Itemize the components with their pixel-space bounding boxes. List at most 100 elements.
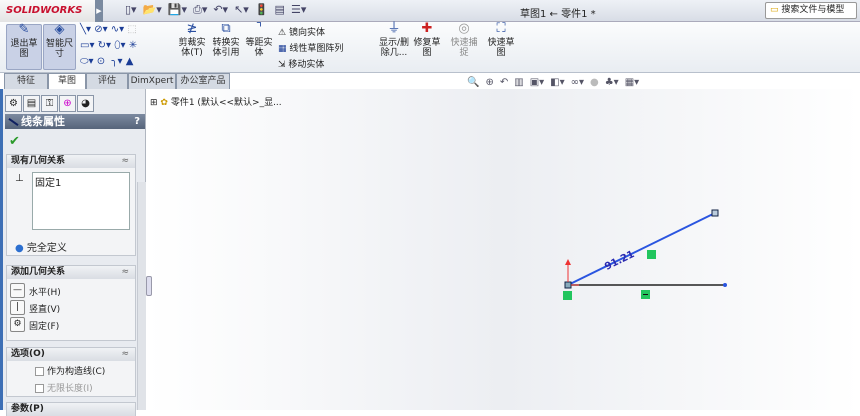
scene-icon[interactable]: ♣▾ xyxy=(605,77,619,88)
horizontal-icon[interactable]: — xyxy=(10,283,25,298)
panel-scrollbar[interactable] xyxy=(137,182,146,410)
list-item[interactable]: 固定1 xyxy=(33,173,129,190)
tab-features[interactable]: 特征 xyxy=(4,73,48,89)
help-button[interactable]: ? xyxy=(134,114,140,129)
repair-sketch-button[interactable]: ✚ 修复草图 xyxy=(413,21,441,70)
open-icon[interactable]: 📂▾ xyxy=(143,3,162,17)
dimension-text[interactable]: 91.21 xyxy=(603,249,636,273)
dimxpert-icon[interactable]: ⊕ xyxy=(59,95,76,112)
options-icon[interactable]: ▤ xyxy=(275,3,285,17)
display-delete-relations-button[interactable]: ⏚ 显示/删除几... xyxy=(377,21,411,70)
undo-icon[interactable]: ↶▾ xyxy=(213,3,228,17)
menu-expand-button[interactable]: ▶ xyxy=(95,0,103,22)
add-relations-section: 添加几何关系 ≈ — 水平(H) | 竖直(V) ⚙ 固定(F) xyxy=(6,265,136,341)
heads-up-view-toolbar: 🔍 ⊕ ↶ ▥ ▣▾ ◧▾ ∞▾ ● ♣▾ ▦▾ xyxy=(467,77,639,88)
section-view-icon[interactable]: ▥ xyxy=(514,77,523,88)
quick-access-toolbar: ▯▾ 📂▾ 💾▾ ⎙▾ ↶▾ ↖▾ 🚦 ▤ ☰▾ xyxy=(125,3,306,17)
trim-button[interactable]: ≱ 剪裁实体(T) xyxy=(177,21,207,70)
feature-tree-icon[interactable]: ⚙ xyxy=(5,95,22,112)
relation-icon: ⊥ xyxy=(15,173,24,184)
tab-sketch[interactable]: 草图 xyxy=(48,73,86,89)
origin-arrow xyxy=(565,259,571,265)
relation-icon[interactable] xyxy=(647,250,656,259)
info-icon: ● xyxy=(15,243,24,254)
construction-checkbox[interactable]: 作为构造线(C) xyxy=(35,364,105,377)
search-input[interactable]: ▭ 搜索文件与模型 xyxy=(765,2,857,19)
offset-icon: ⌝ xyxy=(255,21,263,36)
rapid-sketch-button[interactable]: ⛶ 快速草图 xyxy=(486,21,516,70)
appearance-icon[interactable]: ● xyxy=(590,77,599,88)
customize-icon[interactable]: ☰▾ xyxy=(291,3,306,17)
mirror-icon: ⚠ xyxy=(278,28,287,38)
folder-icon: ▭ xyxy=(770,5,779,15)
infinite-length-checkbox[interactable]: 无限长度(I) xyxy=(35,381,93,394)
fix-relation[interactable]: 固定(F) xyxy=(29,319,59,332)
line-icon xyxy=(8,118,19,126)
rebuild-icon[interactable]: 🚦 xyxy=(255,3,269,17)
collapse-icon[interactable]: ≈ xyxy=(121,348,129,361)
property-manager-icon[interactable]: ▤ xyxy=(23,95,40,112)
linear-pattern-button[interactable]: ▦ 线性草图阵列 xyxy=(278,41,343,54)
endpoint-handle[interactable] xyxy=(711,209,719,217)
relations-icon: ⏚ xyxy=(387,21,401,36)
vertical-relation[interactable]: 竖直(V) xyxy=(29,302,60,315)
exit-sketch-icon: ✎ xyxy=(18,22,30,37)
origin-handle[interactable] xyxy=(564,281,572,289)
smart-dimension-button[interactable]: ◈ 智能尺寸 xyxy=(43,22,76,70)
panel-splitter-handle[interactable] xyxy=(146,276,152,296)
snap-icon: ◎ xyxy=(458,21,470,36)
selected-line[interactable] xyxy=(567,212,716,286)
hide-show-icon[interactable]: ∞▾ xyxy=(571,77,584,88)
tab-evaluate[interactable]: 评估 xyxy=(86,73,128,89)
fix-icon[interactable]: ⚙ xyxy=(10,317,25,332)
rectangle-tool[interactable]: ▭▾ ↻▾ ⬯▾ ✳ xyxy=(80,40,137,51)
move-icon: ⇲ xyxy=(278,60,286,70)
zoom-area-icon[interactable]: ⊕ xyxy=(485,77,493,88)
relations-list[interactable]: 固定1 xyxy=(32,172,130,230)
sketch-canvas: 91.21 xyxy=(563,209,727,300)
collapse-icon[interactable]: ≈ xyxy=(121,266,129,279)
repair-icon: ✚ xyxy=(421,21,433,36)
view-orientation-icon[interactable]: ▣▾ xyxy=(530,77,544,88)
title-bar: SOLIDWORKS ▶ ▯▾ 📂▾ 💾▾ ⎙▾ ↶▾ ↖▾ 🚦 ▤ ☰▾ 草图… xyxy=(0,0,860,22)
view-settings-icon[interactable]: ▦▾ xyxy=(625,77,639,88)
existing-relations-section: 现有几何关系 ≈ ⊥ 固定1 ● 完全定义 xyxy=(6,154,136,256)
vertical-icon[interactable]: | xyxy=(10,300,25,315)
graphics-area[interactable]: 🔍 ⊕ ↶ ▥ ▣▾ ◧▾ ∞▾ ● ♣▾ ▦▾ ⊞ ✿ 零件1 (默认<<默认>_显... 91… xyxy=(147,77,860,410)
pattern-icon: ▦ xyxy=(278,44,287,54)
trim-icon: ≱ xyxy=(186,21,198,36)
panel-header: 线条属性? xyxy=(5,114,145,129)
display-manager-icon[interactable]: ◕ xyxy=(77,95,94,112)
new-icon[interactable]: ▯▾ xyxy=(125,3,137,17)
mirror-button[interactable]: ⚠ 镜向实体 xyxy=(278,25,325,38)
solidworks-logo: SOLIDWORKS xyxy=(0,0,95,22)
convert-icon: ⧉ xyxy=(221,21,231,36)
fixed-relation-icon[interactable] xyxy=(563,291,572,300)
zoom-fit-icon[interactable]: 🔍 xyxy=(467,77,479,88)
ok-check-button[interactable]: ✔ xyxy=(9,134,20,149)
select-icon[interactable]: ↖▾ xyxy=(234,3,249,17)
previous-view-icon[interactable]: ↶ xyxy=(500,77,508,88)
tab-office-products[interactable]: 办公室产品 xyxy=(176,73,230,89)
command-manager: ✎ 退出草图 ◈ 智能尺寸 ╲▾ ⊘▾ ∿▾ ⬚ ▭▾ ↻▾ ⬯▾ ✳ ⬭▾ ⊙ ╮… xyxy=(0,22,860,73)
save-icon[interactable]: 💾▾ xyxy=(168,3,187,17)
configuration-icon[interactable]: ⚿ xyxy=(41,95,58,112)
collapse-icon[interactable]: ≈ xyxy=(121,155,129,168)
convert-entities-button[interactable]: ⧉ 转换实体引用 xyxy=(210,21,242,70)
line-tool[interactable]: ╲▾ ⊘▾ ∿▾ ⬚ xyxy=(80,24,137,35)
move-entities-button[interactable]: ⇲ 移动实体 xyxy=(278,57,324,70)
document-title: 草图1 ← 零件1 * xyxy=(520,9,596,20)
rapid-sketch-icon: ⛶ xyxy=(496,21,506,36)
exit-sketch-button[interactable]: ✎ 退出草图 xyxy=(6,22,42,70)
print-icon[interactable]: ⎙▾ xyxy=(193,3,207,17)
horizontal-relation[interactable]: 水平(H) xyxy=(29,285,61,298)
offset-entities-button[interactable]: ⌝ 等距实体 xyxy=(245,21,273,70)
endpoint[interactable] xyxy=(723,283,727,287)
command-tabs: 特征 草图 评估 DimXpert 办公室产品 xyxy=(0,73,860,89)
options-section: 选项(O) ≈ 作为构造线(C) 无限长度(I) xyxy=(6,347,136,397)
tab-dimxpert[interactable]: DimXpert xyxy=(128,73,176,89)
quick-snaps-button[interactable]: ◎ 快速捕捉 xyxy=(450,21,478,70)
slot-tool[interactable]: ⬭▾ ⊙ ╮▾ ▲ xyxy=(80,56,133,67)
smart-dimension-icon: ◈ xyxy=(54,22,65,37)
display-style-icon[interactable]: ◧▾ xyxy=(550,77,564,88)
